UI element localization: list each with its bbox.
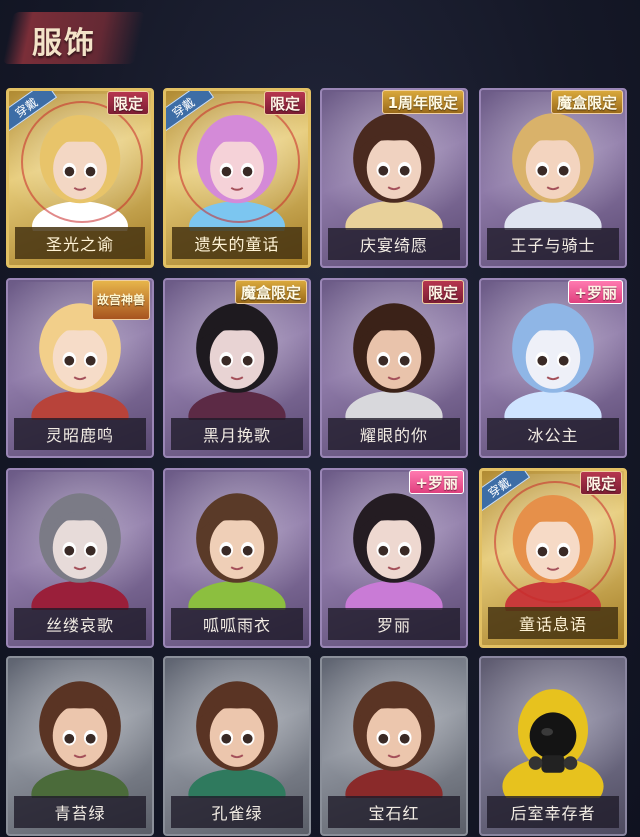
outfit-card[interactable]: 青苔绿 bbox=[6, 656, 154, 836]
outfit-name: 庆宴绮愿 bbox=[328, 228, 460, 260]
outfit-card[interactable]: 限定耀眼的你 bbox=[320, 278, 468, 458]
outfit-card[interactable]: 呱呱雨衣 bbox=[163, 468, 311, 648]
outfit-name: 圣光之谕 bbox=[15, 227, 145, 259]
outfit-card[interactable]: 丝缕哀歌 bbox=[6, 468, 154, 648]
outfit-name: 童话息语 bbox=[488, 607, 618, 639]
outfit-name: 呱呱雨衣 bbox=[171, 608, 303, 640]
limited-badge: 故宫神兽 bbox=[91, 280, 150, 320]
limited-badge: 魔盒限定 bbox=[550, 90, 623, 114]
limited-badge: +罗丽 bbox=[409, 470, 464, 494]
outfit-name: 罗丽 bbox=[328, 608, 460, 640]
limited-badge: +罗丽 bbox=[568, 280, 623, 304]
page-title: 服饰 bbox=[32, 26, 96, 61]
outfit-name: 王子与骑士 bbox=[487, 228, 619, 260]
outfit-card[interactable]: +罗丽冰公主 bbox=[479, 278, 627, 458]
outfit-name: 青苔绿 bbox=[14, 796, 146, 828]
character-portrait bbox=[481, 659, 625, 798]
character-portrait bbox=[8, 471, 152, 610]
outfit-name: 后室幸存者 bbox=[487, 796, 619, 828]
outfit-card[interactable]: 穿戴 限定 遗失的童话 bbox=[163, 88, 311, 268]
outfit-card[interactable]: 后室幸存者 bbox=[479, 656, 627, 836]
outfit-name: 丝缕哀歌 bbox=[14, 608, 146, 640]
outfit-name: 孔雀绿 bbox=[171, 796, 303, 828]
outfit-name: 灵昭鹿鸣 bbox=[14, 418, 146, 450]
outfit-name: 黑月挽歌 bbox=[171, 418, 303, 450]
character-portrait bbox=[165, 659, 309, 798]
outfit-card[interactable]: +罗丽罗丽 bbox=[320, 468, 468, 648]
outfit-card[interactable]: 故宫神兽灵昭鹿鸣 bbox=[6, 278, 154, 458]
limited-badge: 限定 bbox=[421, 280, 464, 304]
header: 服饰 bbox=[0, 0, 640, 80]
outfit-card[interactable]: 孔雀绿 bbox=[163, 656, 311, 836]
outfit-card[interactable]: 1周年限定庆宴绮愿 bbox=[320, 88, 468, 268]
outfit-card[interactable]: 宝石红 bbox=[320, 656, 468, 836]
limited-badge: 限定 bbox=[579, 471, 622, 495]
equipped-ring-decoration bbox=[494, 481, 616, 603]
outfit-card[interactable]: 穿戴 限定 童话息语 bbox=[479, 468, 627, 648]
limited-badge: 限定 bbox=[106, 91, 149, 115]
equipped-ring-decoration bbox=[21, 101, 143, 223]
outfit-card[interactable]: 穿戴 限定 圣光之谕 bbox=[6, 88, 154, 268]
limited-badge: 限定 bbox=[263, 91, 306, 115]
outfit-card[interactable]: 魔盒限定黑月挽歌 bbox=[163, 278, 311, 458]
limited-badge: 魔盒限定 bbox=[234, 280, 307, 304]
equipped-ring-decoration bbox=[178, 101, 300, 223]
outfit-card[interactable]: 魔盒限定王子与骑士 bbox=[479, 88, 627, 268]
outfit-name: 宝石红 bbox=[328, 796, 460, 828]
character-portrait bbox=[322, 659, 466, 798]
limited-badge: 1周年限定 bbox=[381, 90, 464, 114]
character-portrait bbox=[8, 659, 152, 798]
character-portrait bbox=[165, 471, 309, 610]
outfit-name: 冰公主 bbox=[487, 418, 619, 450]
outfit-name: 耀眼的你 bbox=[328, 418, 460, 450]
outfit-name: 遗失的童话 bbox=[172, 227, 302, 259]
